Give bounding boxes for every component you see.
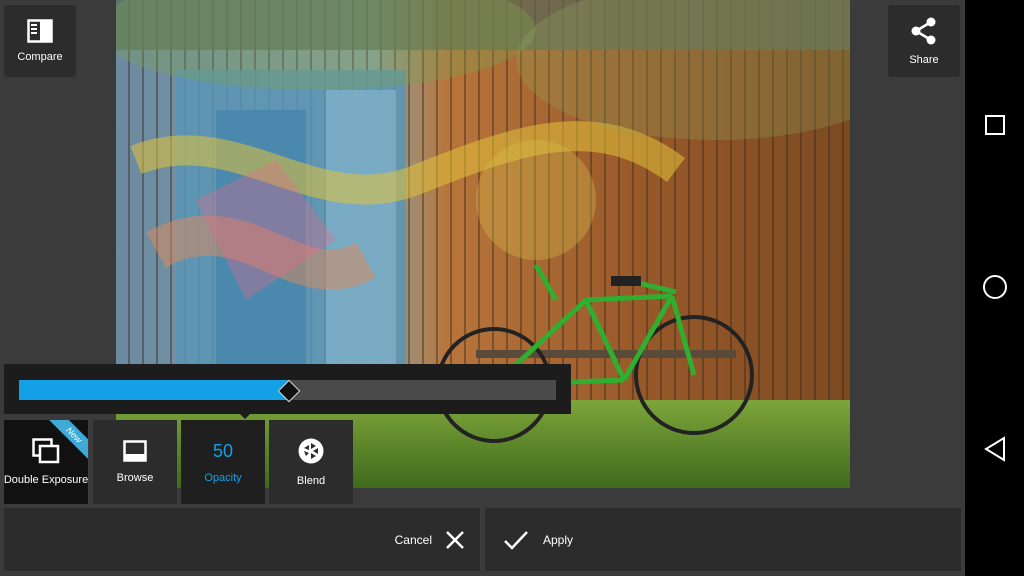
photo-canvas[interactable] <box>116 0 850 488</box>
opacity-slider-fill <box>19 380 288 400</box>
home-button[interactable] <box>979 271 1011 303</box>
share-label: Share <box>909 54 939 66</box>
cancel-button[interactable]: Cancel <box>4 508 480 571</box>
apply-button[interactable]: Apply <box>485 508 961 571</box>
tool-double-exposure[interactable]: New Double Exposure <box>4 420 88 504</box>
browse-icon <box>123 440 147 462</box>
compare-icon <box>27 19 53 43</box>
share-button[interactable]: Share <box>888 5 960 77</box>
compare-button[interactable]: Compare <box>4 5 76 77</box>
close-icon <box>446 530 464 549</box>
checkmark-icon <box>504 530 528 550</box>
tool-label: Double Exposure <box>4 474 88 486</box>
tool-label: Blend <box>296 475 326 487</box>
tool-opacity[interactable]: 50 Opacity <box>181 420 265 504</box>
tool-label: Browse <box>116 472 154 484</box>
cancel-label: Cancel <box>394 532 432 547</box>
opacity-slider-track[interactable] <box>19 379 556 403</box>
aperture-icon <box>298 438 324 464</box>
back-button[interactable] <box>979 433 1011 465</box>
share-icon <box>911 17 936 45</box>
system-navigation-bar <box>965 0 1024 576</box>
tool-browse[interactable]: Browse <box>93 420 177 504</box>
editor-workspace: Compare Share New Double Exposure Browse… <box>0 0 965 576</box>
apply-label: Apply <box>543 532 574 547</box>
home-icon <box>983 275 1007 299</box>
opacity-slider-panel <box>4 364 571 414</box>
recent-apps-button[interactable] <box>979 109 1011 141</box>
tool-label: Opacity <box>204 471 242 484</box>
double-exposure-icon <box>32 438 60 464</box>
compare-label: Compare <box>17 51 63 63</box>
opacity-value: 50 <box>212 440 234 461</box>
back-icon <box>984 436 1005 462</box>
recent-apps-icon <box>985 115 1005 135</box>
slider-pointer <box>238 412 252 419</box>
tool-blend[interactable]: Blend <box>269 420 353 504</box>
